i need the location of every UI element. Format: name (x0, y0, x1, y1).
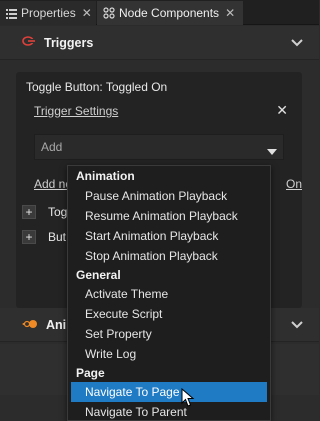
add-condition-link[interactable]: On (286, 177, 302, 191)
animation-icon (22, 318, 38, 332)
list-item[interactable]: + Tog (22, 202, 67, 222)
tab-node-components-label: Node Components (119, 6, 220, 20)
expand-icon[interactable]: + (22, 205, 36, 219)
close-icon[interactable]: ✕ (82, 6, 92, 20)
trigger-title: Toggle Button: Toggled On (26, 80, 168, 94)
tab-properties-label: Properties (21, 6, 76, 20)
mouse-cursor-icon (181, 387, 195, 411)
menu-group-header: Animation (76, 169, 135, 183)
chevron-down-icon[interactable] (291, 318, 303, 332)
dropdown-arrow-icon (267, 144, 277, 158)
menu-item-write-log[interactable]: Write Log (71, 344, 267, 364)
menu-item-activate-theme[interactable]: Activate Theme (71, 284, 267, 304)
list-item[interactable]: + But (22, 227, 66, 247)
node-components-icon (103, 7, 115, 19)
trigger-icon (22, 35, 36, 50)
properties-icon (6, 7, 17, 19)
menu-item-navigate-to-parent[interactable]: Navigate To Parent (71, 402, 267, 420)
animations-title: Ani (46, 317, 67, 332)
chevron-down-icon[interactable] (291, 36, 303, 50)
menu-item-navigate-to-page[interactable]: Navigate To Page (71, 382, 267, 402)
list-item-label: But (48, 230, 67, 244)
tab-bar: Properties ✕ Node Components ✕ (0, 0, 319, 25)
expand-icon[interactable]: + (22, 230, 36, 244)
menu-item-start-animation-playback[interactable]: Start Animation Playback (71, 226, 267, 246)
triggers-title: Triggers (44, 35, 94, 50)
list-item-label: Tog (48, 205, 68, 219)
menu-item-pause-animation-playback[interactable]: Pause Animation Playback (71, 186, 267, 206)
menu-item-resume-animation-playback[interactable]: Resume Animation Playback (71, 206, 267, 226)
close-icon[interactable]: ✕ (225, 6, 235, 20)
menu-item-set-property[interactable]: Set Property (71, 324, 267, 344)
add-combobox-label: Add (41, 140, 63, 154)
menu-item-stop-animation-playback[interactable]: Stop Animation Playback (71, 246, 267, 266)
menu-group-header: Page (76, 366, 105, 380)
trigger-settings-link[interactable]: Trigger Settings (34, 104, 118, 118)
tab-node-components[interactable]: Node Components ✕ (97, 1, 243, 25)
add-action-combobox[interactable]: Add (34, 134, 284, 160)
triggers-section-header[interactable]: Triggers (0, 26, 319, 60)
menu-item-execute-script[interactable]: Execute Script (71, 304, 267, 324)
tab-properties[interactable]: Properties ✕ (0, 1, 96, 25)
close-icon[interactable]: ✕ (276, 102, 288, 119)
add-action-dropdown: Animation Pause Animation Playback Resum… (67, 165, 271, 421)
menu-group-header: General (76, 268, 121, 282)
